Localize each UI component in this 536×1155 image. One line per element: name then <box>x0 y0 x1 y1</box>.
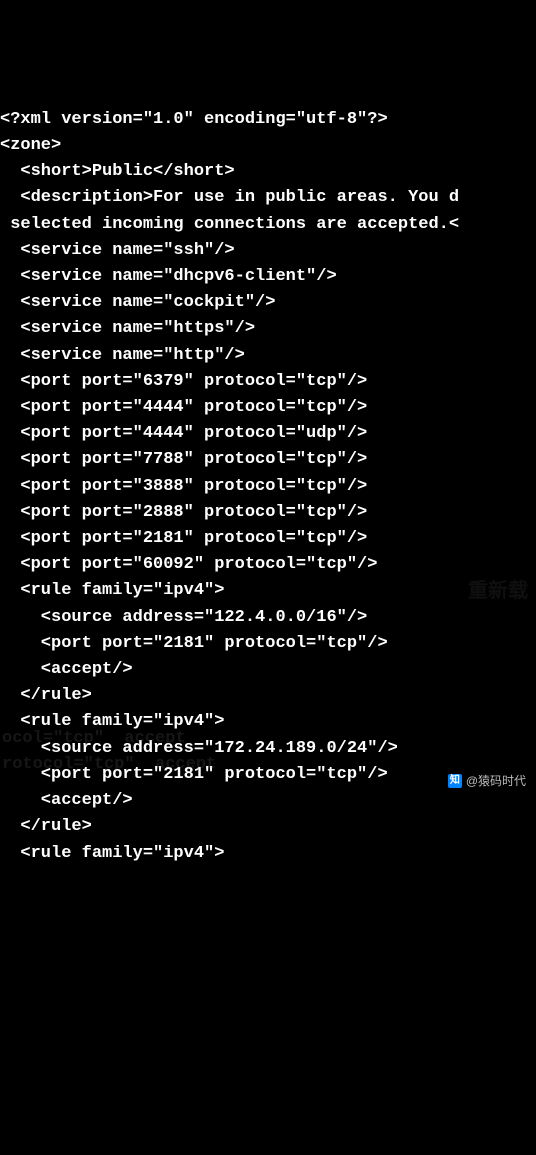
code-line: <rule family="ipv4"> <box>0 578 536 604</box>
code-line: <source address="172.24.189.0/24"/> <box>0 736 536 762</box>
code-line: <service name="ssh"/> <box>0 238 536 264</box>
code-line: <port port="3888" protocol="tcp"/> <box>0 474 536 500</box>
watermark: 知 @猿码时代 <box>448 768 526 794</box>
code-line: <accept/> <box>0 657 536 683</box>
code-line: <port port="6379" protocol="tcp"/> <box>0 369 536 395</box>
code-line: <service name="https"/> <box>0 316 536 342</box>
code-line: <port port="7788" protocol="tcp"/> <box>0 447 536 473</box>
code-line: </rule> <box>0 814 536 840</box>
code-line: <port port="2181" protocol="tcp"/> <box>0 631 536 657</box>
code-line: <port port="60092" protocol="tcp"/> <box>0 552 536 578</box>
code-line: <?xml version="1.0" encoding="utf-8"?> <box>0 107 536 133</box>
zhihu-icon: 知 <box>448 774 462 788</box>
code-line: <port port="2888" protocol="tcp"/> <box>0 500 536 526</box>
code-line: <zone> <box>0 133 536 159</box>
code-line: selected incoming connections are accept… <box>0 212 536 238</box>
code-line: <rule family="ipv4"> <box>0 841 536 867</box>
watermark-text: @猿码时代 <box>466 768 526 794</box>
code-line: <service name="cockpit"/> <box>0 290 536 316</box>
code-line: </rule> <box>0 683 536 709</box>
code-line: <port port="4444" protocol="udp"/> <box>0 421 536 447</box>
code-line: <port port="2181" protocol="tcp"/> <box>0 526 536 552</box>
code-line: <source address="122.4.0.0/16"/> <box>0 605 536 631</box>
code-line: <service name="dhcpv6-client"/> <box>0 264 536 290</box>
code-line: <description>For use in public areas. Yo… <box>0 185 536 211</box>
code-line: <port port="4444" protocol="tcp"/> <box>0 395 536 421</box>
code-line: <service name="http"/> <box>0 343 536 369</box>
xml-code-block: <?xml version="1.0" encoding="utf-8"?><z… <box>0 105 536 867</box>
code-line: <rule family="ipv4"> <box>0 709 536 735</box>
code-line: <short>Public</short> <box>0 159 536 185</box>
